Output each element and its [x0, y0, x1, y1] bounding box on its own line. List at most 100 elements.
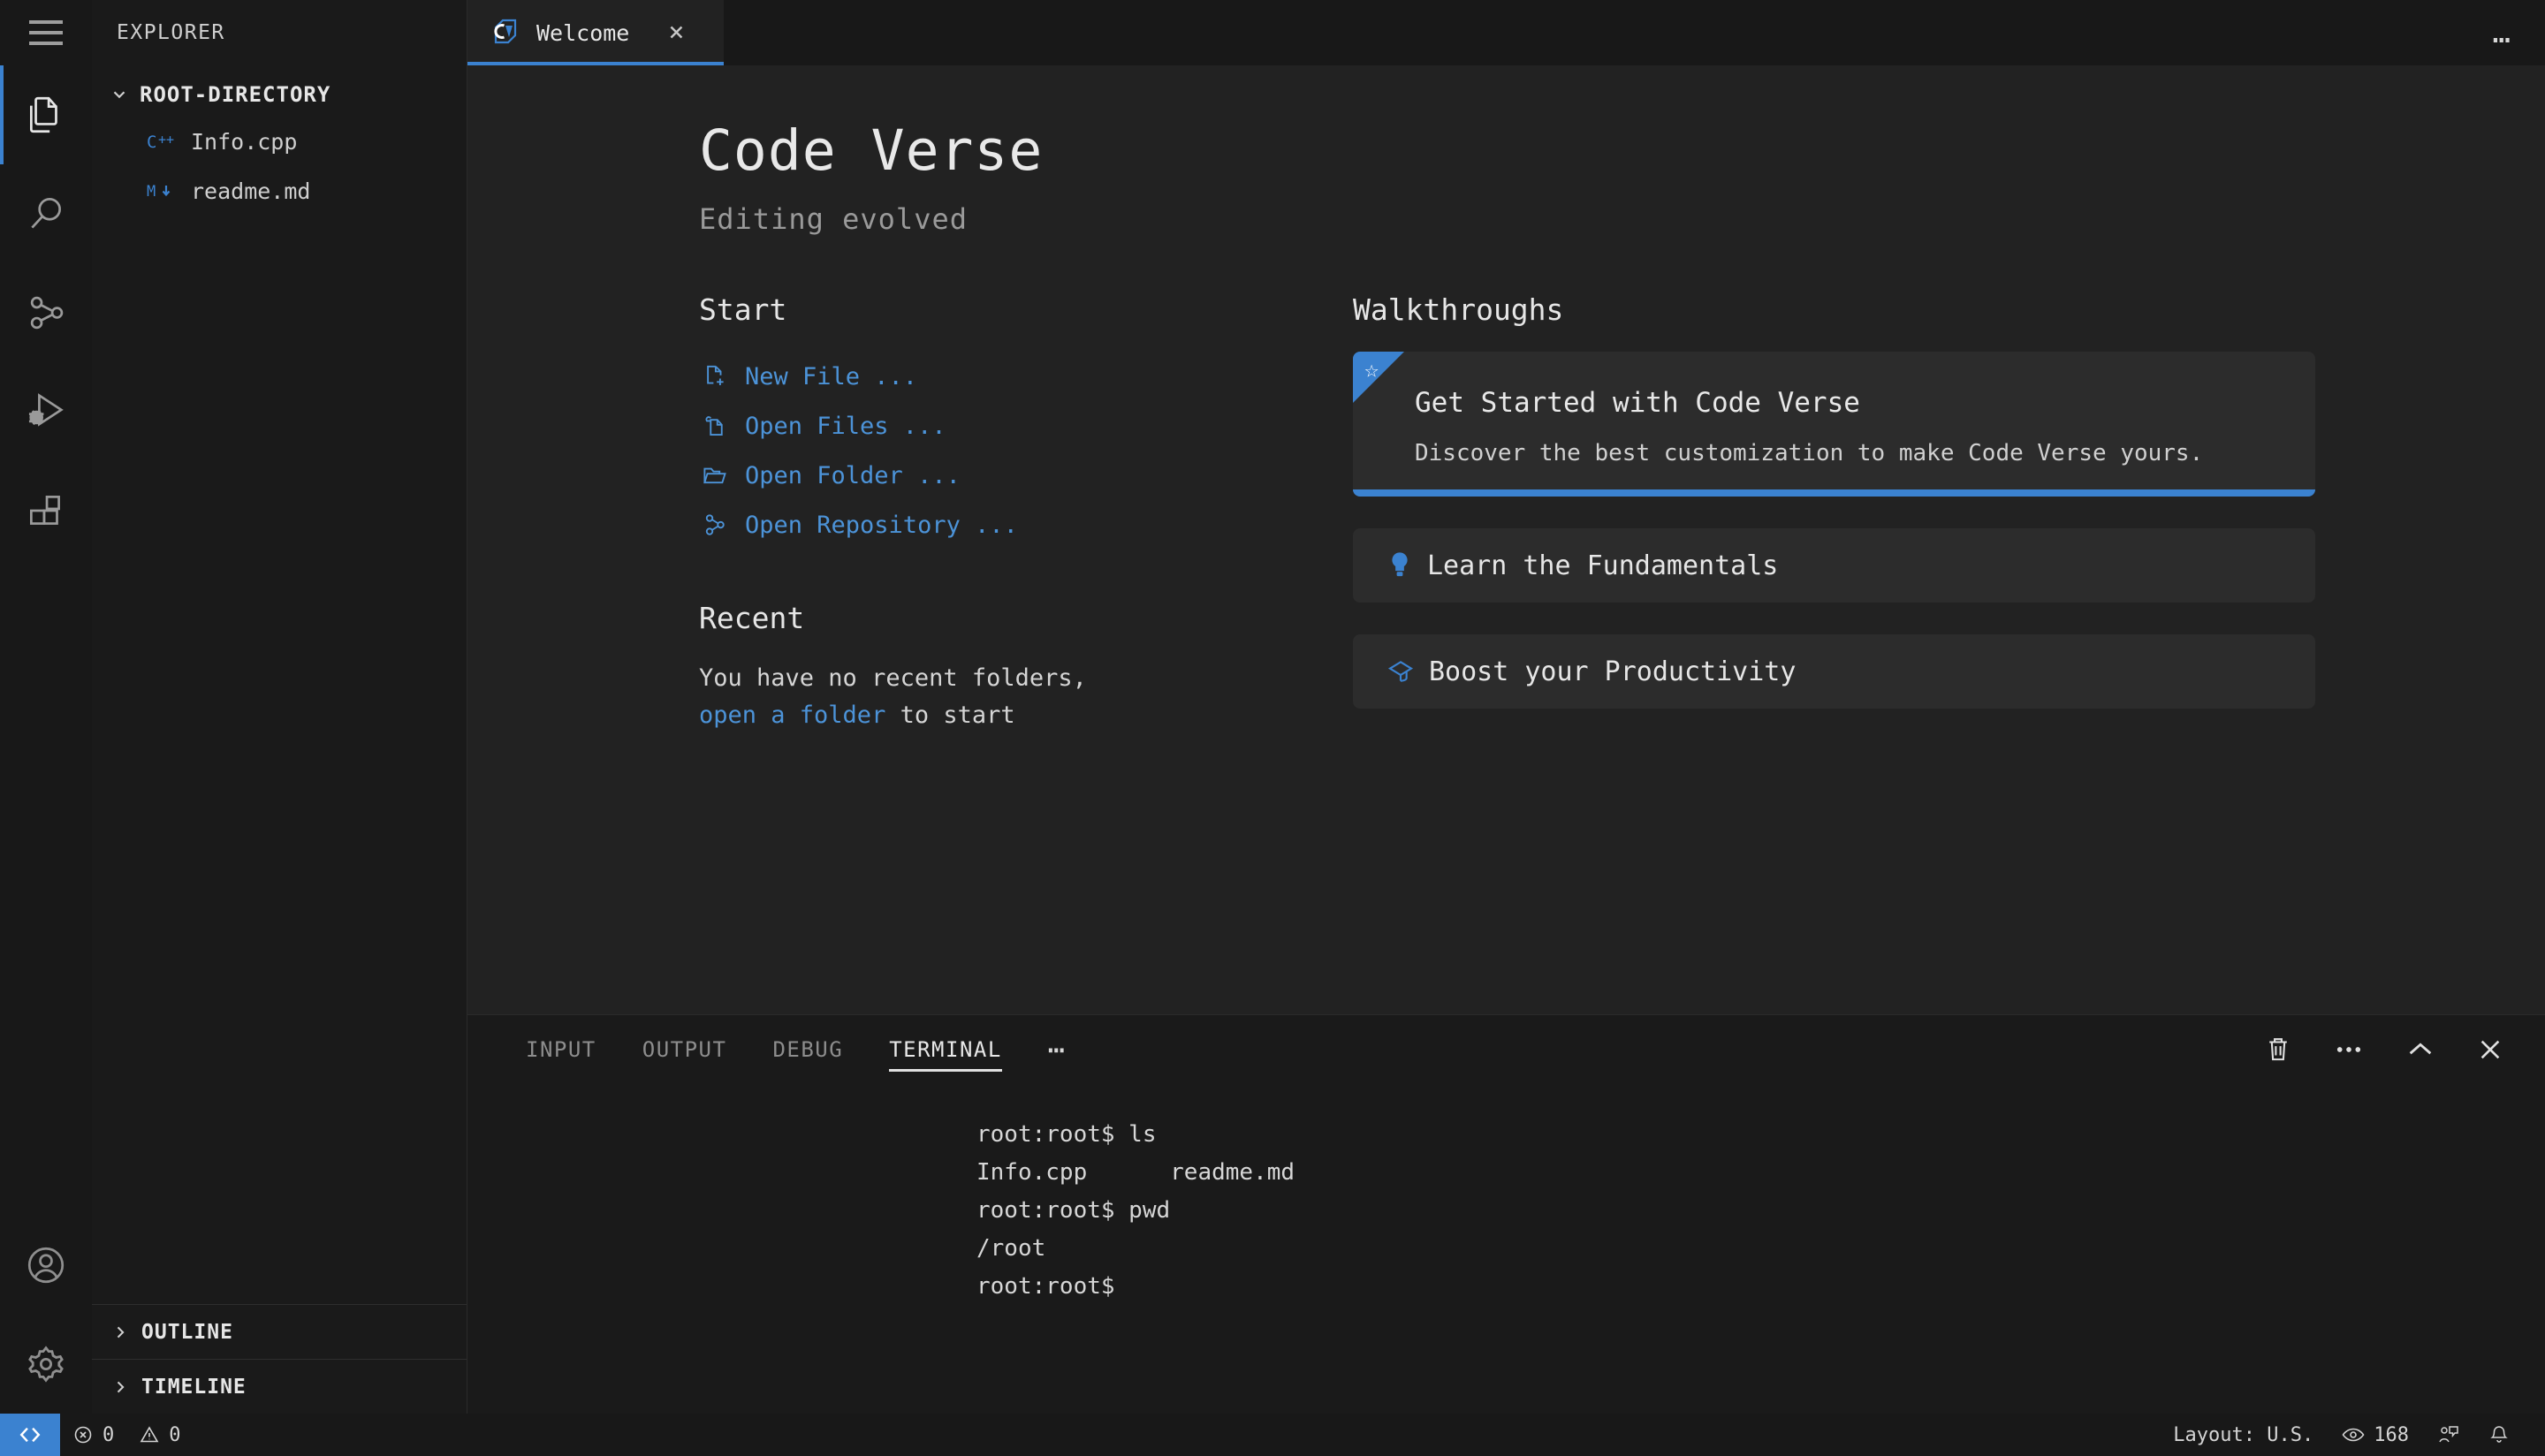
- status-eye-count[interactable]: 168: [2329, 1424, 2421, 1446]
- tab-bar-actions: …: [2493, 0, 2545, 65]
- activity-item-extensions[interactable]: [0, 461, 92, 560]
- walkthrough-card-get-started[interactable]: ☆ Get Started with Code Verse Discover t…: [1353, 352, 2315, 497]
- svg-text:++: ++: [158, 132, 174, 148]
- chevron-down-icon: [110, 85, 129, 104]
- open-folder-link[interactable]: open a folder: [699, 701, 885, 729]
- open-file-icon: [699, 413, 729, 439]
- keyboard-layout[interactable]: Layout: U.S.: [2161, 1424, 2326, 1446]
- extensions-icon: [24, 489, 68, 533]
- activity-item-run-debug[interactable]: [0, 362, 92, 461]
- eye-count-value: 168: [2374, 1424, 2409, 1446]
- account-icon: [24, 1243, 68, 1287]
- tree-root-folder[interactable]: ROOT-DIRECTORY: [92, 72, 467, 117]
- status-bar: 0 0 Layout: U.S. 168: [0, 1414, 2545, 1456]
- tree-item-readme-md[interactable]: M readme.md: [92, 166, 467, 216]
- walkthrough-progress-bar: [1353, 489, 2315, 497]
- activity-item-source-control[interactable]: [0, 263, 92, 362]
- markdown-file-icon: M: [145, 179, 179, 202]
- tree-item-label: readme.md: [191, 178, 310, 204]
- notifications-button[interactable]: [2476, 1424, 2522, 1445]
- chevron-up-icon[interactable]: [2405, 1035, 2435, 1065]
- tree-root-label: ROOT-DIRECTORY: [140, 82, 330, 107]
- walkthrough-card-fundamentals[interactable]: Learn the Fundamentals: [1353, 528, 2315, 603]
- star-icon: ☆: [1364, 358, 1379, 382]
- tab-welcome[interactable]: Welcome ×: [467, 0, 724, 65]
- panel-tab-terminal[interactable]: TERMINAL: [866, 1015, 1025, 1084]
- activity-bar: [0, 0, 92, 1414]
- panel-tab-output[interactable]: OUTPUT: [619, 1015, 750, 1084]
- panel-more-icon[interactable]: ⋯: [1025, 1033, 1090, 1066]
- ellipsis-icon[interactable]: [2333, 1035, 2365, 1065]
- chevron-right-icon: [111, 1323, 129, 1341]
- tree-item-info-cpp[interactable]: C ++ Info.cpp: [92, 117, 467, 166]
- activity-item-accounts[interactable]: [0, 1216, 92, 1315]
- gear-icon: [24, 1342, 68, 1386]
- lightbulb-icon: [1386, 550, 1413, 580]
- walkthrough-description: Discover the best customization to make …: [1415, 440, 2276, 466]
- tab-label: Welcome: [536, 20, 629, 46]
- terminal-output[interactable]: root:root$ ls Info.cpp readme.md root:ro…: [467, 1084, 2545, 1414]
- panel-tab-input[interactable]: INPUT: [503, 1015, 619, 1084]
- start-link-open-files[interactable]: Open Files ...: [699, 401, 1353, 451]
- tree-item-label: Info.cpp: [191, 129, 297, 155]
- activity-item-search[interactable]: [0, 164, 92, 263]
- feedback-button[interactable]: [2425, 1424, 2473, 1445]
- walkthrough-title: Get Started with Code Verse: [1415, 387, 2276, 419]
- ellipsis-icon[interactable]: …: [2493, 18, 2513, 48]
- panel-tab-bar: INPUT OUTPUT DEBUG TERMINAL ⋯: [467, 1015, 2545, 1084]
- main-body: EXPLORER ROOT-DIRECTORY C ++ Info: [0, 0, 2545, 1414]
- walkthrough-label: Learn the Fundamentals: [1427, 550, 1778, 581]
- sidebar-section-label: OUTLINE: [141, 1321, 233, 1344]
- error-count: 0: [103, 1424, 114, 1446]
- svg-text:C: C: [147, 133, 156, 152]
- code-verse-logo: [490, 18, 520, 48]
- activity-item-settings[interactable]: [0, 1315, 92, 1414]
- eye-icon: [2342, 1426, 2365, 1444]
- trash-icon[interactable]: [2264, 1035, 2292, 1065]
- search-icon: [24, 192, 68, 236]
- app-window: EXPLORER ROOT-DIRECTORY C ++ Info: [0, 0, 2545, 1456]
- page-title: Code Verse: [699, 118, 2315, 183]
- remote-window-icon: [17, 1425, 43, 1445]
- sidebar-section-outline[interactable]: OUTLINE: [92, 1304, 467, 1359]
- sidebar: EXPLORER ROOT-DIRECTORY C ++ Info: [92, 0, 467, 1414]
- close-icon[interactable]: ×: [668, 19, 684, 46]
- terminal-line: /root: [976, 1230, 2545, 1268]
- sidebar-section-label: TIMELINE: [141, 1376, 247, 1399]
- walkthrough-label: Boost your Productivity: [1429, 656, 1796, 687]
- sidebar-section-timeline[interactable]: TIMELINE: [92, 1359, 467, 1414]
- start-link-open-repository[interactable]: Open Repository ...: [699, 500, 1353, 550]
- sidebar-collapsed-sections: OUTLINE TIMELINE: [92, 1304, 467, 1414]
- start-link-label: Open Repository ...: [745, 512, 1018, 539]
- start-link-new-file[interactable]: New File ...: [699, 352, 1353, 401]
- start-heading: Start: [699, 292, 1353, 327]
- activity-item-explorer[interactable]: [0, 65, 92, 164]
- bottom-panel: INPUT OUTPUT DEBUG TERMINAL ⋯: [467, 1014, 2545, 1414]
- menu-button[interactable]: [0, 0, 92, 65]
- editor-column: Welcome × … Code Verse Editing evolved S…: [467, 0, 2545, 1414]
- bell-icon: [2488, 1424, 2510, 1445]
- status-bar-right: Layout: U.S. 168: [2161, 1424, 2545, 1446]
- recent-empty-line: You have no recent folders,: [699, 660, 1353, 697]
- welcome-right-column: Walkthroughs ☆ Get Started with Code Ver…: [1353, 292, 2315, 740]
- welcome-inner: Code Verse Editing evolved Start: [467, 118, 2545, 740]
- walkthrough-card-productivity[interactable]: Boost your Productivity: [1353, 634, 2315, 709]
- terminal-line: root:root$ ls: [976, 1116, 2545, 1154]
- recent-action-line: open a folder to start: [699, 697, 1353, 734]
- warning-count: 0: [169, 1424, 180, 1446]
- recent-suffix: to start: [885, 701, 1014, 729]
- status-errors[interactable]: 0: [60, 1424, 126, 1446]
- sidebar-title: EXPLORER: [92, 0, 467, 65]
- remote-window-button[interactable]: [0, 1414, 60, 1456]
- cpp-file-icon: C ++: [145, 130, 179, 153]
- close-icon[interactable]: [2476, 1035, 2504, 1064]
- start-link-open-folder[interactable]: Open Folder ...: [699, 451, 1353, 500]
- file-tree: ROOT-DIRECTORY C ++ Info.cpp M: [92, 65, 467, 1304]
- menu-icon: [27, 18, 65, 48]
- status-warnings[interactable]: 0: [126, 1424, 193, 1446]
- recent-empty-text: You have no recent folders, open a folde…: [699, 660, 1353, 734]
- page-subtitle: Editing evolved: [699, 202, 2315, 236]
- terminal-line: root:root$: [976, 1268, 2545, 1306]
- panel-tab-debug[interactable]: DEBUG: [749, 1015, 866, 1084]
- files-icon: [24, 93, 68, 137]
